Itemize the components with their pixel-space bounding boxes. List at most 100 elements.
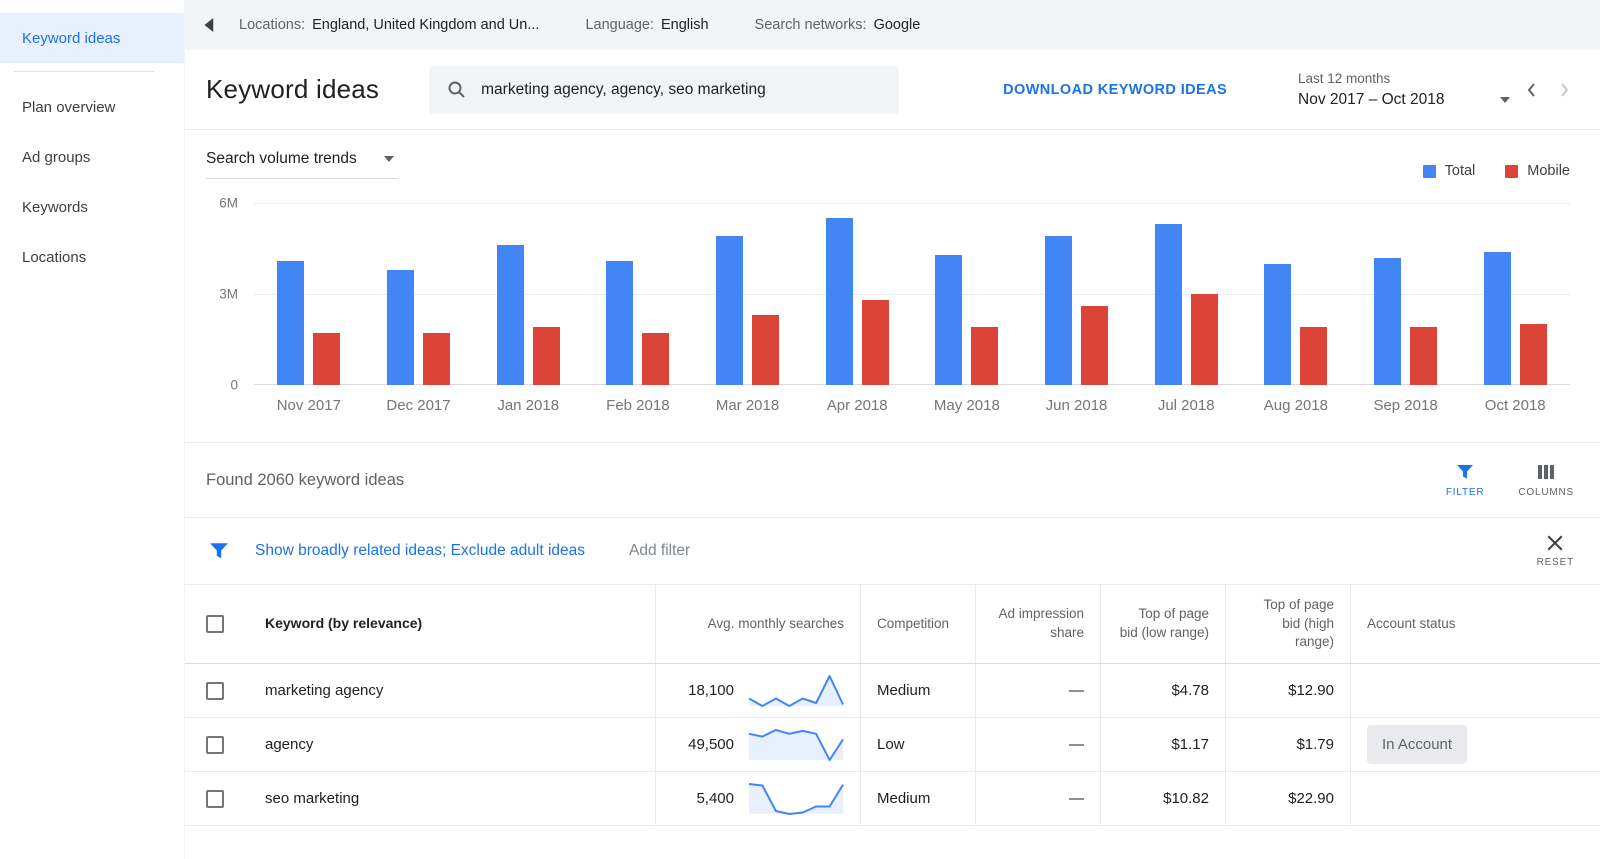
table-row: agency 49,500 Low — $1.17 $1.79 In Accou… xyxy=(185,718,1600,772)
table-row: seo marketing 5,400 Medium — $10.82 $22.… xyxy=(185,772,1600,826)
setting-search-networks[interactable]: Search networks: Google xyxy=(755,17,921,33)
locations-label: Locations: xyxy=(239,17,306,33)
avg-monthly-searches-cell: 18,100 xyxy=(655,664,860,717)
back-arrow-icon xyxy=(204,18,214,32)
row-checkbox-cell xyxy=(185,664,249,717)
row-checkbox[interactable] xyxy=(206,789,224,808)
x-axis-label: Jun 2018 xyxy=(1045,397,1108,414)
sidebar-item-ad-groups[interactable]: Ad groups xyxy=(0,132,184,182)
x-axis-label: Jul 2018 xyxy=(1157,397,1215,414)
competition-value: Medium xyxy=(877,790,931,807)
keywords-search-field[interactable] xyxy=(429,65,900,114)
columns-icon xyxy=(1538,464,1555,479)
date-range-select[interactable]: Nov 2017 – Oct 2018 xyxy=(1298,91,1510,109)
bar-mobile xyxy=(313,333,341,385)
sidebar-divider xyxy=(14,71,154,72)
bar-group xyxy=(583,203,693,385)
impression-value: — xyxy=(1069,736,1084,753)
bar-group xyxy=(1131,203,1241,385)
bar-group xyxy=(693,203,803,385)
chart-x-axis: Nov 2017 Dec 2017 Jan 2018 Feb 2018 Mar 2018… xyxy=(254,385,1570,442)
searches-value: 18,100 xyxy=(688,682,734,699)
sidebar-item-locations[interactable]: Locations xyxy=(0,232,184,282)
in-account-badge: In Account xyxy=(1367,725,1468,764)
x-axis-label: Feb 2018 xyxy=(606,397,670,414)
chevron-right-icon xyxy=(1561,82,1569,97)
results-toolbar: Found 2060 keyword ideas FILTER COLUMNS xyxy=(185,443,1600,518)
sidebar-item-label: Locations xyxy=(22,248,87,266)
row-checkbox[interactable] xyxy=(206,735,224,754)
filter-bar: Show broadly related ideas; Exclude adul… xyxy=(185,518,1600,585)
table-header-row: Keyword (by relevance) Avg. monthly sear… xyxy=(185,585,1600,664)
next-period-button[interactable] xyxy=(1556,78,1574,102)
add-filter-button[interactable]: Add filter xyxy=(629,542,690,560)
select-all-cell xyxy=(185,585,249,663)
header-bid-high: Top of page bid (high range) xyxy=(1225,585,1350,663)
bar-total xyxy=(387,269,414,385)
bid-high-value: $22.90 xyxy=(1288,790,1334,807)
keyword-text: marketing agency xyxy=(265,682,384,699)
bar-mobile xyxy=(532,327,560,385)
back-button[interactable] xyxy=(197,12,219,38)
bar-total xyxy=(1483,251,1511,385)
bar-group xyxy=(364,203,474,385)
legend-swatch-mobile xyxy=(1505,164,1519,178)
bid-low-cell: $4.78 xyxy=(1100,664,1225,717)
bid-high-cell: $1.79 xyxy=(1225,718,1350,771)
bid-low-cell: $1.17 xyxy=(1100,718,1225,771)
bar-mobile xyxy=(423,333,450,385)
locations-value: England, United Kingdom and Un... xyxy=(312,17,540,33)
reset-filters-button[interactable]: RESET xyxy=(1537,534,1574,568)
header-bid-high-label: Top of page bid (high range) xyxy=(1263,596,1334,650)
sidebar-item-keywords[interactable]: Keywords xyxy=(0,182,184,232)
active-filters-link[interactable]: Show broadly related ideas; Exclude adul… xyxy=(255,542,585,560)
filter-funnel-icon xyxy=(1457,464,1474,478)
row-checkbox-cell xyxy=(185,772,249,825)
bar-group xyxy=(1351,203,1461,385)
y-axis-label: 0 xyxy=(230,377,238,393)
setting-language[interactable]: Language: English xyxy=(585,17,708,33)
table-tools: FILTER COLUMNS xyxy=(1446,463,1574,498)
legend-item-mobile: Mobile xyxy=(1505,163,1570,179)
bar-mobile xyxy=(1190,294,1218,385)
bar-mobile xyxy=(1300,327,1328,385)
date-range-value: Nov 2017 – Oct 2018 xyxy=(1298,90,1445,108)
sidebar-item-plan-overview[interactable]: Plan overview xyxy=(0,82,184,132)
header-status-label: Account status xyxy=(1367,615,1456,631)
competition-cell: Medium xyxy=(860,772,975,825)
select-all-checkbox[interactable] xyxy=(206,615,224,633)
columns-button[interactable]: COLUMNS xyxy=(1518,463,1574,498)
sidebar-item-label: Ad groups xyxy=(22,148,91,166)
search-volume-trends-dropdown[interactable]: Search volume trends xyxy=(206,150,398,179)
competition-value: Medium xyxy=(877,682,931,699)
chevron-down-icon xyxy=(384,156,394,162)
found-count-text: Found 2060 keyword ideas xyxy=(206,470,405,489)
bid-low-value: $1.17 xyxy=(1171,736,1209,753)
legend-swatch-total xyxy=(1422,164,1436,178)
header-keyword: Keyword (by relevance) xyxy=(249,585,655,663)
bid-low-value: $4.78 xyxy=(1171,682,1209,699)
chart-groups xyxy=(254,203,1570,385)
row-checkbox-cell xyxy=(185,718,249,771)
setting-locations[interactable]: Locations: England, United Kingdom and U… xyxy=(239,17,539,33)
bar-total xyxy=(825,218,853,385)
page-header: Keyword ideas DOWNLOAD KEYWORD IDEAS Las… xyxy=(185,50,1600,130)
header-keyword-label: Keyword (by relevance) xyxy=(265,615,423,632)
sidebar-item-keyword-ideas[interactable]: Keyword ideas xyxy=(0,13,184,63)
close-icon xyxy=(1547,535,1563,551)
legend-label-mobile: Mobile xyxy=(1527,163,1570,179)
keywords-search-input[interactable] xyxy=(481,80,882,99)
search-networks-value: Google xyxy=(873,17,921,33)
sidebar-item-label: Keywords xyxy=(22,198,88,216)
bar-group xyxy=(254,203,364,385)
download-keyword-ideas-button[interactable]: DOWNLOAD KEYWORD IDEAS xyxy=(1003,82,1227,98)
bar-mobile xyxy=(1081,306,1109,385)
bar-group xyxy=(1022,203,1132,385)
row-checkbox[interactable] xyxy=(206,681,224,700)
bar-group xyxy=(473,203,583,385)
impression-value: — xyxy=(1069,682,1084,699)
filter-button[interactable]: FILTER xyxy=(1446,463,1485,498)
table-row: marketing agency 18,100 Medium — $4.78 $… xyxy=(185,664,1600,718)
header-searches-label: Avg. monthly searches xyxy=(707,615,844,631)
previous-period-button[interactable] xyxy=(1522,78,1540,102)
